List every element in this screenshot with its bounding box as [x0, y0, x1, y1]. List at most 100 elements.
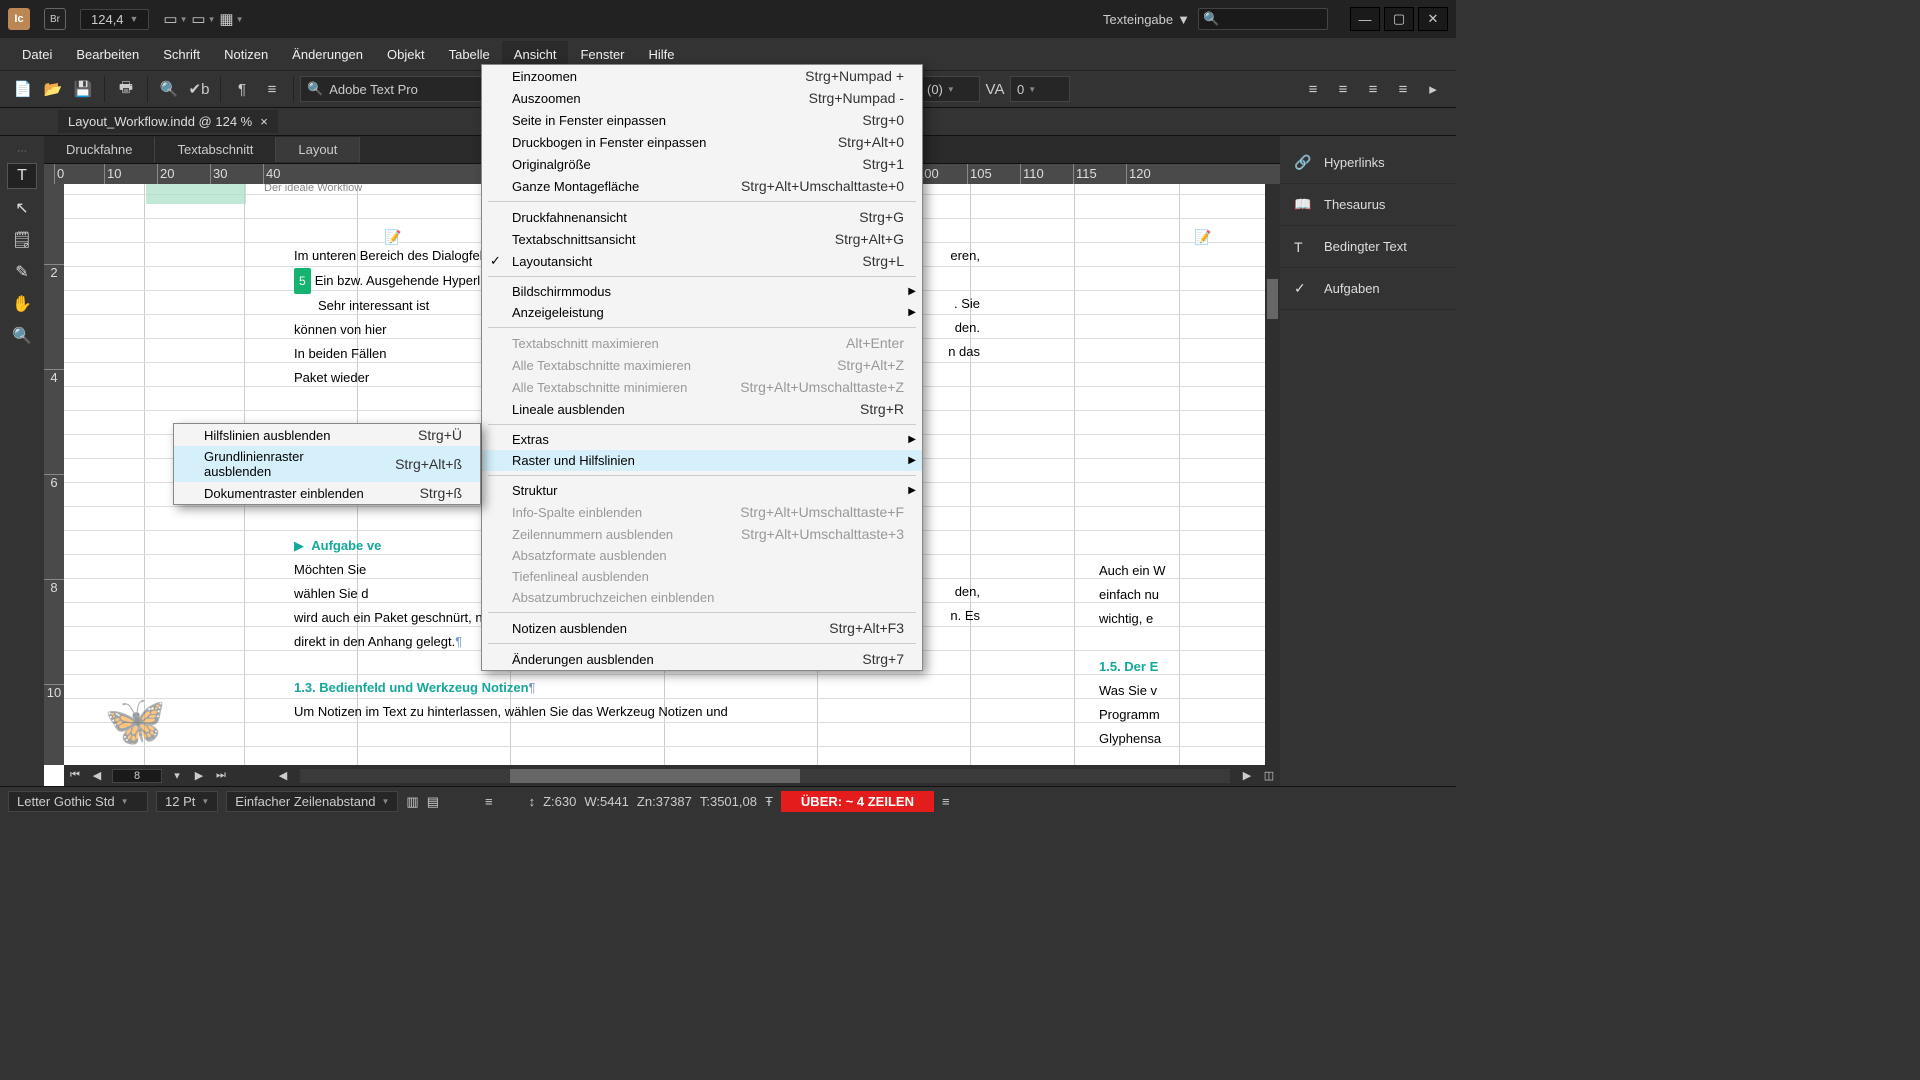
menu-bearbeiten[interactable]: Bearbeiten [64, 41, 151, 68]
zoom-select[interactable]: 124,4▼ [80, 9, 149, 30]
bridge-icon[interactable]: Br [44, 8, 66, 30]
split-view-button[interactable]: ◫ [1258, 769, 1280, 782]
document-tab[interactable]: Layout_Workflow.indd @ 124 %× [58, 110, 278, 133]
menu-item[interactable]: Anzeigeleistung▶ [482, 302, 922, 323]
print-icon[interactable]: 🖶 [111, 75, 141, 103]
submenu-raster-hilfslinien: Hilfslinien ausblendenStrg+ÜGrundlinienr… [173, 423, 481, 505]
app-icon: Ic [8, 8, 30, 30]
menu-schrift[interactable]: Schrift [151, 41, 212, 68]
running-header: Der ideale Workflow [264, 184, 362, 194]
scroll-right-button[interactable]: ▶ [1236, 769, 1258, 782]
save-icon[interactable]: 💾 [68, 75, 98, 103]
menu-item[interactable]: ✓LayoutansichtStrg+L [482, 250, 922, 272]
last-page-button[interactable]: ⏭ [210, 769, 232, 782]
menu-item[interactable]: Seite in Fenster einpassenStrg+0 [482, 109, 922, 131]
text-frame-side[interactable]: Auch ein W einfach nu wichtig, e 1.5. De… [1099, 559, 1280, 751]
menu-item[interactable]: Struktur▶ [482, 480, 922, 501]
align-left-icon[interactable]: ≡ [1298, 75, 1328, 103]
menu-aenderungen[interactable]: Änderungen [280, 41, 375, 68]
status-font-select[interactable]: Letter Gothic Std▼ [8, 791, 148, 812]
workspace-select[interactable]: Texteingabe▼ [1103, 12, 1190, 27]
menu-item[interactable]: EinzoomenStrg+Numpad + [482, 65, 922, 87]
next-page-button[interactable]: ▶ [188, 769, 210, 782]
scroll-left-button[interactable]: ◀ [272, 769, 294, 782]
arrange-icon[interactable]: ▦▼ [219, 7, 243, 31]
align-right-icon[interactable]: ≡ [1358, 75, 1388, 103]
zoom-tool[interactable]: 🔍 [7, 323, 37, 349]
text-stats-icon[interactable]: Ŧ [765, 794, 773, 809]
kerning-input[interactable]: (0)▼ [920, 76, 980, 102]
vertical-scrollbar[interactable] [1265, 184, 1280, 765]
menu-notizen[interactable]: Notizen [212, 41, 280, 68]
right-panel-dock: 🔗Hyperlinks 📖Thesaurus TBedingter Text ✓… [1280, 136, 1456, 786]
close-tab-icon[interactable]: × [260, 114, 268, 129]
columns-icon[interactable]: ▥ [406, 794, 418, 810]
menu-item[interactable]: Ganze MontageflächeStrg+Alt+Umschalttast… [482, 175, 922, 197]
panel-hyperlinks[interactable]: 🔗Hyperlinks [1280, 142, 1456, 184]
menu-item[interactable]: DruckfahnenansichtStrg+G [482, 206, 922, 228]
new-icon[interactable]: 📄 [8, 75, 38, 103]
menu-item[interactable]: OriginalgrößeStrg+1 [482, 153, 922, 175]
justify-icon[interactable]: ≡ [1388, 75, 1418, 103]
menu-item[interactable]: Notizen ausblendenStrg+Alt+F3 [482, 617, 922, 639]
menu-item: Tiefenlineal ausblenden [482, 566, 922, 587]
menu-item[interactable]: Raster und Hilfslinien▶ [482, 450, 922, 471]
hand-tool[interactable]: ✋ [7, 291, 37, 317]
menu-objekt[interactable]: Objekt [375, 41, 437, 68]
menu-item[interactable]: Extras▶ [482, 429, 922, 450]
panel-thesaurus[interactable]: 📖Thesaurus [1280, 184, 1456, 226]
position-tool[interactable]: ↖ [7, 195, 37, 221]
align-center-icon[interactable]: ≡ [1328, 75, 1358, 103]
menu-item[interactable]: AuszoomenStrg+Numpad - [482, 87, 922, 109]
more-icon[interactable]: ▸ [1418, 75, 1448, 103]
close-button[interactable]: ✕ [1418, 7, 1448, 31]
menu-item[interactable]: Grundlinienraster ausblendenStrg+Alt+ß [174, 446, 480, 482]
note-tool[interactable]: 🗒 [7, 227, 37, 253]
panel-menu-icon[interactable]: ≡ [942, 794, 950, 809]
status-w: W:5441 [584, 794, 629, 809]
menu-item[interactable]: Lineale ausblendenStrg+R [482, 398, 922, 420]
depth-icon: ↕ [529, 794, 536, 809]
menu-item[interactable]: Bildschirmmodus▶ [482, 281, 922, 302]
status-size-select[interactable]: 12 Pt▼ [156, 791, 218, 812]
screen-mode-icon[interactable]: ▭▼ [191, 7, 215, 31]
tracking-input[interactable]: 0▼ [1010, 76, 1070, 102]
menu-item[interactable]: Änderungen ausblendenStrg+7 [482, 648, 922, 670]
menu-item[interactable]: Dokumentraster einblendenStrg+ß [174, 482, 480, 504]
horizontal-scrollbar[interactable] [300, 769, 1230, 783]
grip-icon[interactable] [17, 142, 27, 157]
find-icon[interactable]: 🔍 [154, 75, 184, 103]
view-tab-story[interactable]: Textabschnitt [155, 137, 276, 162]
menu-item[interactable]: Hilfslinien ausblendenStrg+Ü [174, 424, 480, 446]
panel-menu-icon[interactable]: ≡ [257, 75, 287, 103]
open-icon[interactable]: 📂 [38, 75, 68, 103]
pilcrow-icon[interactable]: ¶ [227, 75, 257, 103]
spellcheck-icon[interactable]: ✔b [184, 75, 214, 103]
minimize-button[interactable]: — [1350, 7, 1380, 31]
panel-assignments[interactable]: ✓Aufgaben [1280, 268, 1456, 310]
first-page-button[interactable]: ⏮ [64, 769, 86, 782]
maximize-button[interactable]: ▢ [1384, 7, 1414, 31]
view-tab-layout[interactable]: Layout [276, 137, 360, 162]
menu-item[interactable]: Druckbogen in Fenster einpassenStrg+Alt+… [482, 131, 922, 153]
menu-item[interactable]: TextabschnittsansichtStrg+Alt+G [482, 228, 922, 250]
prev-page-button[interactable]: ◀ [86, 769, 108, 782]
menu-datei[interactable]: Datei [10, 41, 64, 68]
page-input[interactable]: 8 [112, 769, 162, 783]
info-icon[interactable]: ≡ [485, 794, 493, 809]
type-tool[interactable]: T [7, 163, 37, 189]
search-input[interactable]: 🔍 [1198, 8, 1328, 30]
check-icon: ✓ [1294, 280, 1312, 297]
menu-item: Absatzumbruchzeichen einblenden [482, 587, 922, 608]
view-options-icon[interactable]: ▭▼ [163, 7, 187, 31]
eyedropper-tool[interactable]: ✎ [7, 259, 37, 285]
overset-warning[interactable]: ÜBER: ~ 4 ZEILEN [781, 791, 934, 812]
search-icon: 🔍 [1203, 11, 1219, 27]
status-zn: Zn:37387 [637, 794, 692, 809]
note-anchor-icon[interactable]: 📝 [1194, 229, 1214, 249]
page-menu-button[interactable]: ▾ [166, 769, 188, 782]
panel-conditional-text[interactable]: TBedingter Text [1280, 226, 1456, 268]
view-tab-galley[interactable]: Druckfahne [44, 137, 155, 162]
baseline-icon[interactable]: ▤ [427, 794, 439, 810]
status-leading-select[interactable]: Einfacher Zeilenabstand▼ [226, 791, 398, 812]
